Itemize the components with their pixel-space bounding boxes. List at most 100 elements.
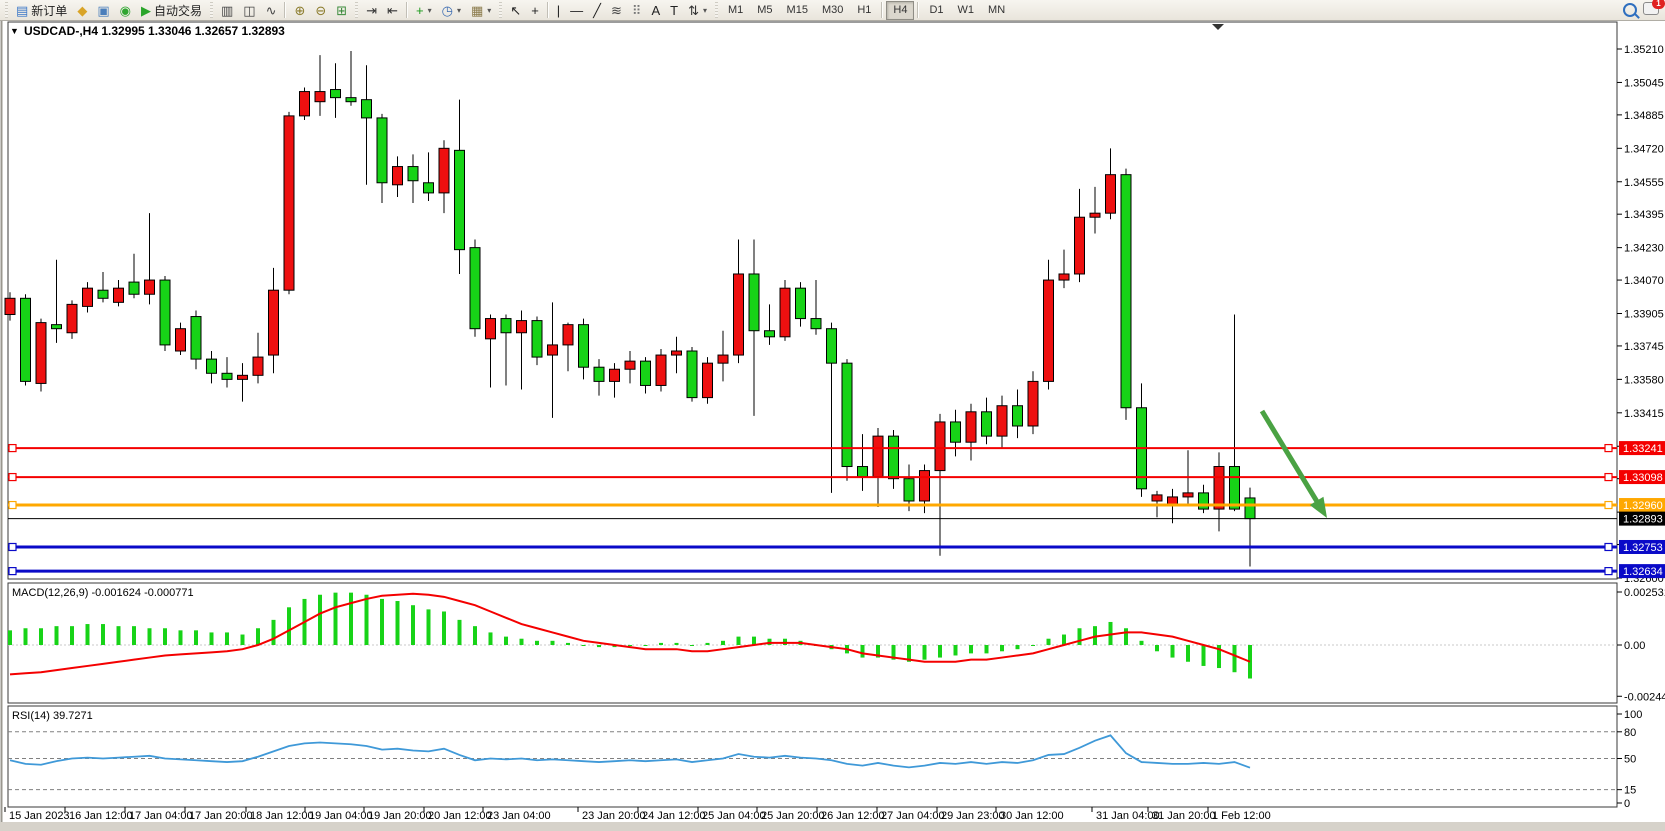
price-axis-label: 1.34555 <box>1624 177 1664 189</box>
periods-icon[interactable]: ◷▾ <box>438 0 465 20</box>
search-icon[interactable] <box>1623 3 1637 17</box>
price-axis-label: 1.33415 <box>1624 408 1664 420</box>
signals-icon[interactable]: ◉ <box>116 0 135 20</box>
line-handle[interactable] <box>1605 445 1612 452</box>
line-handle[interactable] <box>9 474 16 481</box>
macd-histogram-bar <box>1233 645 1237 672</box>
chart-shift-icon[interactable]: ⇤ <box>383 0 402 20</box>
line-handle[interactable] <box>1605 543 1612 550</box>
candle-body <box>1028 381 1038 426</box>
macd-histogram-bar <box>520 639 524 645</box>
timeframe-button-w1[interactable]: W1 <box>951 1 982 20</box>
chevron-down-icon[interactable]: ▾ <box>428 6 432 15</box>
line-handle[interactable] <box>1605 474 1612 481</box>
chevron-down-icon[interactable]: ▾ <box>487 6 491 15</box>
candle-body <box>253 357 263 375</box>
price-tag-label: 1.32893 <box>1623 514 1663 526</box>
trendline-icon[interactable]: ╱ <box>589 0 605 20</box>
macd-histogram-bar <box>256 628 260 645</box>
time-axis-label: 23 Jan 04:00 <box>487 810 551 822</box>
rsi-label: RSI(14) 39.7271 <box>12 710 93 722</box>
candle-body <box>1245 498 1255 519</box>
cursor-icon[interactable]: ↖ <box>506 0 525 20</box>
rsi-axis-label: 80 <box>1624 727 1636 739</box>
new-order-button[interactable]: ▤新订单 <box>12 0 71 20</box>
chevron-down-icon[interactable]: ▾ <box>457 6 461 15</box>
chart-diamond-icon: ◆ <box>77 4 87 17</box>
toolbar-grip <box>5 2 8 18</box>
macd-histogram-bar <box>690 645 694 646</box>
candlestick-icon[interactable]: ◫ <box>239 0 259 20</box>
horizontal-line-icon: — <box>570 4 583 17</box>
candle-body <box>749 274 759 331</box>
line-handle[interactable] <box>1605 502 1612 509</box>
price-chart[interactable]: 1.352101.350451.348851.347201.345551.343… <box>0 0 1665 831</box>
templates-icon[interactable]: ▦▾ <box>467 0 495 20</box>
time-axis-label: 19 Jan 20:00 <box>368 810 432 822</box>
timeframe-button-m15[interactable]: M15 <box>780 1 815 20</box>
line-chart-icon[interactable]: ∿ <box>262 0 281 20</box>
macd-histogram-bar <box>582 645 586 646</box>
line-handle[interactable] <box>9 445 16 452</box>
zoom-out-icon[interactable]: ⊖ <box>311 0 330 20</box>
horizontal-line-icon[interactable]: — <box>566 0 587 20</box>
line-handle[interactable] <box>9 568 16 575</box>
fibonacci-icon: ≋ <box>611 4 622 17</box>
auto-trading-button-label: 自动交易 <box>154 2 202 19</box>
timeframe-button-m30[interactable]: M30 <box>815 1 850 20</box>
candle-body <box>610 369 620 381</box>
candle-body <box>1044 280 1054 381</box>
fibonacci-icon[interactable]: ≋ <box>607 0 626 20</box>
time-axis-label: 25 Jan 20:00 <box>761 810 825 822</box>
toolbar-separator <box>917 2 919 18</box>
candle-body <box>1013 406 1023 426</box>
notifications-button[interactable]: 1 <box>1643 2 1659 18</box>
timeframe-button-h4[interactable]: H4 <box>886 1 914 20</box>
grid-icon[interactable]: ⠿ <box>628 0 646 20</box>
candle-body <box>532 321 542 357</box>
macd-histogram-bar <box>706 643 710 645</box>
line-handle[interactable] <box>9 543 16 550</box>
arrows-icon[interactable]: ⇅▾ <box>684 0 711 20</box>
publisher-icon[interactable]: ▣ <box>93 0 113 20</box>
symbol-dropdown-icon[interactable]: ▼ <box>10 26 19 36</box>
line-handle[interactable] <box>1605 568 1612 575</box>
chart-shift-icon: ⇤ <box>387 4 398 17</box>
candle-body <box>1075 217 1085 274</box>
timeframe-button-mn[interactable]: MN <box>981 1 1012 20</box>
chevron-down-icon[interactable]: ▾ <box>703 6 707 15</box>
indicators-icon: + <box>416 4 424 17</box>
indicators-icon[interactable]: +▾ <box>412 0 436 20</box>
candle-body <box>966 412 976 442</box>
timeframe-button-d1[interactable]: D1 <box>922 1 950 20</box>
line-handle[interactable] <box>9 502 16 509</box>
vertical-line-icon[interactable]: | <box>553 0 564 20</box>
text-label-icon[interactable]: T <box>666 0 682 20</box>
timeframe-button-h1[interactable]: H1 <box>850 1 878 20</box>
crosshair-icon[interactable]: + <box>527 0 543 20</box>
bar-chart-icon[interactable]: ▥ <box>217 0 237 20</box>
macd-histogram-bar <box>24 628 28 645</box>
auto-trading-button[interactable]: ▶自动交易 <box>137 0 206 20</box>
candle-body <box>780 288 790 337</box>
candle-body <box>935 422 945 471</box>
time-axis-label: 31 Jan 04:00 <box>1096 810 1160 822</box>
templates-icon: ▦ <box>471 4 483 17</box>
candle-body <box>656 355 666 385</box>
candle-body <box>408 167 418 181</box>
time-axis-label: 18 Jan 12:00 <box>250 810 314 822</box>
text-icon[interactable]: A <box>647 0 664 20</box>
tile-windows-icon[interactable]: ⊞ <box>332 0 351 20</box>
candle-body <box>703 363 713 397</box>
macd-histogram-bar <box>597 645 601 647</box>
candle-body <box>222 373 232 379</box>
timeframe-button-m5[interactable]: M5 <box>750 1 779 20</box>
macd-histogram-bar <box>923 645 927 660</box>
chart-diamond-icon[interactable]: ◆ <box>73 0 91 20</box>
timeframe-button-m1[interactable]: M1 <box>721 1 750 20</box>
price-axis-label: 1.33745 <box>1624 341 1664 353</box>
macd-histogram-bar <box>132 626 136 645</box>
zoom-in-icon[interactable]: ⊕ <box>290 0 309 20</box>
auto-scroll-icon[interactable]: ⇥ <box>362 0 381 20</box>
mt4-window: { "toolbar": { "items": [ {"type":"grip"… <box>0 0 1665 831</box>
